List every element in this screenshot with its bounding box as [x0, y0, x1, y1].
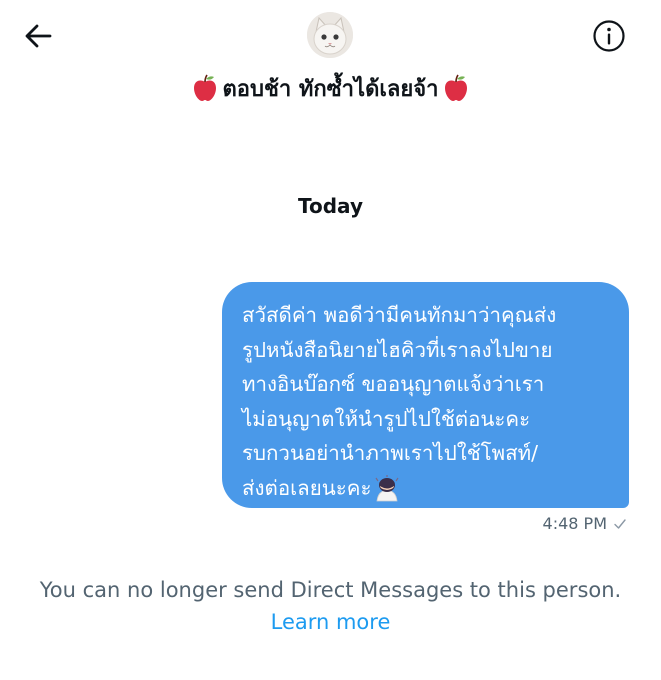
- message-time: 4:48 PM: [542, 514, 607, 533]
- arrow-left-icon: [25, 24, 52, 48]
- conversation-title[interactable]: ตอบช้า ทักซ้ำได้เลยจ้า: [0, 70, 661, 106]
- back-button[interactable]: [20, 18, 56, 54]
- message-line: รูปหนังสือนิยายไฮคิวที่เราลงไปขาย: [242, 337, 553, 362]
- message-last-line: ส่งต่อเลยนะคะ: [242, 471, 611, 506]
- message-line: ส่งต่อเลยนะคะ: [242, 475, 372, 500]
- message-bubble[interactable]: สวัสดีค่า พอดีว่ามีคนทักมาว่าคุณส่ง รูปห…: [222, 282, 629, 508]
- person-bowing-icon: [375, 474, 399, 501]
- conversation-header: ตอบช้า ทักซ้ำได้เลยจ้า: [0, 0, 661, 110]
- info-button[interactable]: [590, 17, 628, 55]
- message-line: รบกวนอย่านำภาพเราไปใช้โพสท์/: [242, 441, 539, 465]
- message-meta: 4:48 PM: [543, 514, 627, 533]
- message-line: ไม่อนุญาตให้นำรูปไปใช้ต่อนะคะ: [242, 406, 531, 431]
- date-separator: Today: [298, 194, 363, 218]
- title-text: ตอบช้า ทักซ้ำได้เลยจ้า: [222, 76, 439, 102]
- message-line: สวัสดีค่า พอดีว่ามีคนทักมาว่าคุณส่ง: [242, 303, 557, 327]
- info-circle-icon: [593, 20, 625, 52]
- avatar[interactable]: [307, 12, 353, 58]
- red-apple-icon: [194, 74, 217, 101]
- message-line: ทางอินบ๊อกซ์ ขออนุญาตแจ้งว่าเรา: [242, 372, 545, 396]
- dm-disabled-notice: You can no longer send Direct Messages t…: [39, 578, 622, 602]
- cat-avatar-icon: [307, 12, 353, 58]
- checkmark-icon: [614, 518, 626, 529]
- red-apple-icon: [444, 74, 467, 101]
- learn-more-link[interactable]: Learn more: [0, 610, 661, 634]
